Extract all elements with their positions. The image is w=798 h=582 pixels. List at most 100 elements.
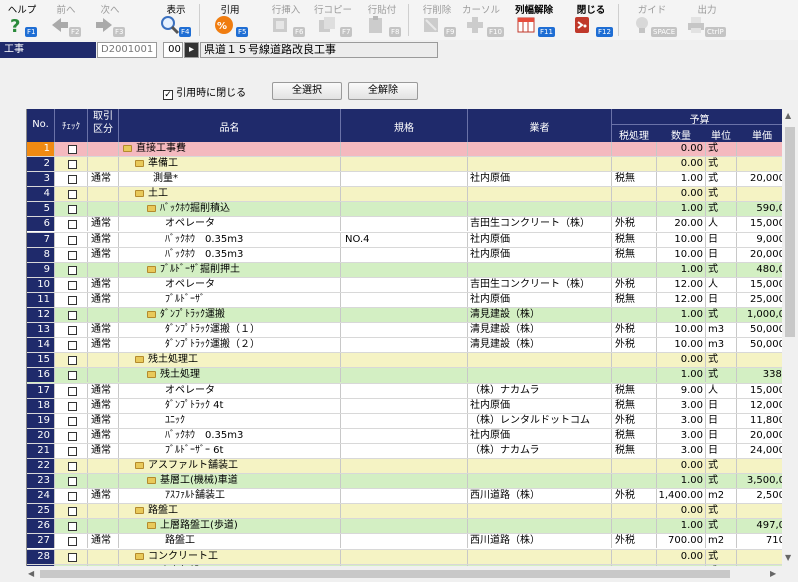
help-button[interactable]: ヘルプ ? F1 <box>0 0 44 40</box>
table-row[interactable]: 9 ﾌﾞﾙﾄﾞｰｻﾞ掘削押土 1.00 式 480,0 <box>27 262 782 278</box>
row-checkbox[interactable] <box>68 461 77 471</box>
vertical-scroll-thumb[interactable] <box>785 127 795 337</box>
select-all-button[interactable]: 全選択 <box>272 82 342 100</box>
col-width-button[interactable]: 列幅解除 F11 <box>510 0 558 40</box>
row-paste-button[interactable]: 行貼付 F8 <box>360 0 404 40</box>
table-row[interactable]: 5 ﾊﾞｯｸﾎｳ掘削積込 1.00 式 590,0 <box>27 202 782 218</box>
cursor-button[interactable]: カーソル F10 <box>459 0 504 40</box>
row-delete-button[interactable]: 行削除 F9 <box>415 0 459 40</box>
table-row[interactable]: 26 上層路盤工(歩道) 1.00 式 497,0 <box>27 519 782 535</box>
row-checkbox[interactable] <box>68 190 77 200</box>
table-row[interactable]: 21 通常 ﾌﾞﾙﾄﾞｰｻﾞｰ 6t （株）ナカムラ 税無 3.00 日 24,000 <box>27 443 782 459</box>
table-row[interactable]: 20 通常 ﾊﾞｯｸﾎｳ 0.35m3 社内原価 税無 3.00 日 20,000 <box>27 428 782 444</box>
close-on-quote[interactable]: ✓ 引用時に閉じる <box>163 84 246 100</box>
row-checkbox[interactable] <box>68 280 77 290</box>
table-row[interactable]: 14 通常 ﾀﾞﾝﾌﾟﾄﾗｯｸ運搬（２） 清見建設（株） 外税 10.00 m3 50,000 <box>27 338 782 354</box>
scroll-up-icon[interactable]: ▲ <box>785 111 791 120</box>
table-row[interactable]: 4 土工 0.00 式 <box>27 187 782 203</box>
prev-button[interactable]: 前へ F2 <box>44 0 88 40</box>
row-checkbox[interactable] <box>68 341 77 351</box>
close-button[interactable]: 閉じる F12 <box>566 0 616 40</box>
table-row[interactable]: 23 基層工(機械)車道 1.00 式 3,500,0 <box>27 474 782 490</box>
table-row[interactable]: 18 通常 ﾀﾞﾝﾌﾟﾄﾗｯｸ 4t 社内原価 税無 3.00 日 12,000 <box>27 398 782 414</box>
row-checkbox[interactable] <box>68 386 77 396</box>
table-row[interactable]: 22 アスファルト舗装工 0.00 式 <box>27 458 782 475</box>
tax-cell: 外税 <box>615 414 635 426</box>
row-checkbox[interactable] <box>68 265 77 275</box>
row-insert-button[interactable]: 行挿入 F6 <box>264 0 308 40</box>
row-checkbox[interactable] <box>68 537 77 547</box>
row-number: 15 <box>27 353 54 368</box>
table-row[interactable]: 6 通常 オペレータ 吉田生コンクリート（株） 外税 20.00 人 15,000 <box>27 217 782 233</box>
trade-cell: 通常 <box>91 339 111 351</box>
row-checkbox[interactable] <box>68 220 77 230</box>
table-row[interactable]: 16 残土処理 1.00 式 338, <box>27 368 782 384</box>
row-copy-button[interactable]: 行コピー F7 <box>311 0 355 40</box>
row-checkbox[interactable] <box>68 250 77 260</box>
row-checkbox[interactable] <box>68 492 77 502</box>
table-row[interactable]: 8 通常 ﾊﾞｯｸﾎｳ 0.35m3 社内原価 税無 10.00 日 20,000 <box>27 247 782 263</box>
quote-button[interactable]: 引用 % F5 <box>208 0 252 40</box>
qty-cell: 700.00 <box>668 535 703 547</box>
output-button[interactable]: 出力 CtrlP <box>680 0 734 40</box>
table-row[interactable]: 1 直接工事費 0.00 式 <box>27 142 782 158</box>
tax-cell: 税無 <box>615 444 635 456</box>
row-checkbox[interactable] <box>68 507 77 517</box>
row-paste-icon <box>369 16 382 33</box>
table-row[interactable]: 19 通常 ﾕﾆｯｸ （株）レンタルドットコム 外税 3.00 日 11,800 <box>27 413 782 429</box>
row-checkbox[interactable] <box>68 401 77 411</box>
qty-cell: 10.00 <box>674 339 703 351</box>
row-checkbox[interactable] <box>68 175 77 185</box>
row-checkbox[interactable] <box>68 371 77 381</box>
row-checkbox[interactable] <box>68 416 77 426</box>
project-lookup-button[interactable]: ▸ <box>184 42 199 58</box>
next-button[interactable]: 次へ F3 <box>88 0 132 40</box>
row-checkbox[interactable] <box>68 295 77 305</box>
unit-cell: m2 <box>708 535 725 547</box>
row-checkbox[interactable] <box>68 552 77 562</box>
table-row[interactable]: 24 通常 ｱｽﾌｧﾙﾄ舗装工 西川道路（株） 外税 1,400.00 m2 2,500 <box>27 489 782 505</box>
vertical-scrollbar[interactable]: ▲ ▼ <box>782 109 798 566</box>
scroll-left-icon[interactable]: ◀ <box>28 569 34 578</box>
table-row[interactable]: 2 準備工 0.00 式 <box>27 157 782 173</box>
guide-button[interactable]: ガイド SPACE <box>626 0 678 40</box>
table-row[interactable]: 10 通常 オペレータ 吉田生コンクリート（株） 外税 12.00 人 15,000 <box>27 277 782 293</box>
row-checkbox[interactable] <box>68 311 77 321</box>
table-row[interactable]: 13 通常 ﾀﾞﾝﾌﾟﾄﾗｯｸ運搬（１） 清見建設（株） 外税 10.00 m3 50,000 <box>27 323 782 339</box>
header-qty: 数量 <box>671 131 691 142</box>
row-number: 28 <box>27 549 54 564</box>
show-button[interactable]: 表示 F4 <box>154 0 198 40</box>
tax-cell: 税無 <box>615 399 635 411</box>
row-checkbox[interactable] <box>68 205 77 215</box>
show-label: 表示 <box>166 5 186 16</box>
f10-key: F10 <box>487 27 504 37</box>
table-row[interactable]: 17 通常 オペレータ （株）ナカムラ 税無 9.00 人 15,000 <box>27 383 782 399</box>
row-insert-label: 行挿入 <box>271 5 301 16</box>
tax-cell: 税無 <box>615 233 635 245</box>
row-checkbox[interactable] <box>68 446 77 456</box>
table-row[interactable]: 15 残土処理工 0.00 式 <box>27 353 782 369</box>
row-checkbox[interactable] <box>68 477 77 487</box>
table-row[interactable]: 27 通常 路盤工 西川道路（株） 外税 700.00 m2 710 <box>27 534 782 550</box>
horizontal-scrollbar[interactable]: ◀ ▶ <box>26 566 782 582</box>
row-checkbox[interactable] <box>68 160 77 170</box>
row-checkbox[interactable] <box>68 235 77 245</box>
horizontal-scroll-thumb[interactable] <box>40 570 730 578</box>
row-insert-icon <box>273 18 287 32</box>
row-checkbox[interactable] <box>68 145 77 154</box>
table-row[interactable]: 3 通常 測量* 社内原価 税無 1.00 式 20,000 <box>27 172 782 188</box>
table-row[interactable]: 7 通常 ﾊﾞｯｸﾎｳ 0.35m3 NO.4 社内原価 税無 10.00 日 9,000 <box>27 232 782 248</box>
table-row[interactable]: 11 通常 ﾌﾞﾙﾄﾞｰｻﾞ 社内原価 税無 12.00 日 25,000 <box>27 292 782 309</box>
table-row[interactable]: 12 ﾀﾞﾝﾌﾟﾄﾗｯｸ運搬 清見建設（株） 1.00 式 1,000,0 <box>27 308 782 324</box>
header-tax: 税処理 <box>619 131 649 142</box>
close-on-quote-checkbox[interactable]: ✓ <box>163 90 173 100</box>
scroll-right-icon[interactable]: ▶ <box>770 569 776 578</box>
table-row[interactable]: 28 コンクリート工 0.00 式 <box>27 549 782 565</box>
row-checkbox[interactable] <box>68 522 77 532</box>
scroll-down-icon[interactable]: ▼ <box>785 553 791 562</box>
table-row[interactable]: 25 路盤工 0.00 式 <box>27 504 782 520</box>
row-checkbox[interactable] <box>68 326 77 336</box>
deselect-all-button[interactable]: 全解除 <box>348 82 418 100</box>
row-checkbox[interactable] <box>68 356 77 366</box>
row-checkbox[interactable] <box>68 431 77 441</box>
